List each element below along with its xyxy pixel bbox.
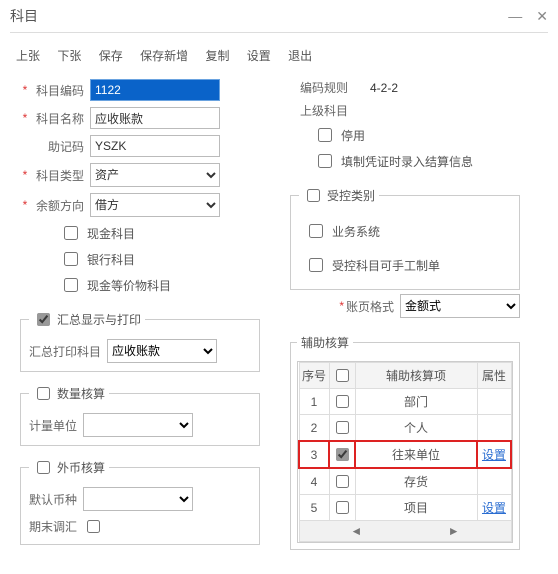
group-summary: 汇总显示与打印 汇总打印科目应收账款 (20, 310, 260, 372)
select-acctfmt[interactable]: 金额式 (400, 294, 520, 318)
label-summary-acct: 汇总打印科目 (29, 343, 101, 360)
chk-all-rows[interactable] (336, 369, 349, 382)
table-row[interactable]: 4 存货 (299, 468, 511, 495)
cell-attr (477, 389, 511, 415)
chk-eop[interactable] (87, 520, 100, 533)
table-row[interactable]: 3 往来单位设置 (299, 441, 511, 468)
menu-prev[interactable]: 上张 (16, 47, 40, 64)
cell-item: 部门 (355, 389, 477, 415)
row-checkbox[interactable] (336, 501, 349, 514)
select-unit[interactable] (83, 413, 193, 437)
row-checkbox[interactable] (336, 448, 349, 461)
group-aux: 辅助核算 序号 辅助核算项 属性 1部门2个人3往来单位设置4存货5项目设置 ◄ (290, 334, 520, 550)
col-item: 辅助核算项 (355, 363, 477, 389)
h-scrollbar[interactable]: ◄ ► (299, 521, 511, 542)
chk-summary[interactable] (37, 313, 50, 326)
cell-attr[interactable]: 设置 (477, 441, 511, 468)
legend-qty: 数量核算 (57, 385, 105, 402)
row-checkbox[interactable] (336, 475, 349, 488)
chk-ctrl[interactable] (307, 189, 320, 202)
label-name: 科目名称 (30, 110, 84, 127)
select-type[interactable]: 资产 (90, 163, 220, 187)
label-mnemonic: 助记码 (30, 138, 84, 155)
select-dir[interactable]: 借方 (90, 193, 220, 217)
chk-manual[interactable] (309, 258, 323, 272)
menu-exit[interactable]: 退出 (288, 47, 312, 64)
cell-attr[interactable]: 设置 (477, 495, 511, 521)
menubar: 上张 下张 保存 保存新增 复制 设置 退出 (10, 41, 548, 76)
legend-aux: 辅助核算 (301, 334, 349, 351)
label-manual: 受控科目可手工制单 (332, 257, 440, 274)
chk-cash[interactable] (64, 226, 78, 240)
cell-item: 往来单位 (355, 441, 477, 468)
label-currency: 默认币种 (29, 491, 77, 508)
cell-seq: 1 (299, 389, 329, 415)
cell-item: 项目 (355, 495, 477, 521)
aux-grid[interactable]: 序号 辅助核算项 属性 1部门2个人3往来单位设置4存货5项目设置 ◄ ► (297, 361, 513, 543)
chk-biz[interactable] (309, 224, 323, 238)
cell-seq: 3 (299, 441, 329, 468)
chk-enter-aux[interactable] (318, 154, 332, 168)
label-acctfmt: 账页格式 (346, 298, 394, 315)
group-qty: 数量核算 计量单位 (20, 384, 260, 446)
label-cash: 现金科目 (87, 225, 135, 242)
label-unit: 计量单位 (29, 417, 77, 434)
input-code[interactable] (90, 79, 220, 101)
label-code: 科目编码 (30, 82, 84, 99)
menu-copy[interactable]: 复制 (205, 47, 229, 64)
cell-item: 个人 (355, 415, 477, 442)
chk-cash-eq[interactable] (64, 278, 78, 292)
col-attr: 属性 (477, 363, 511, 389)
divider (10, 32, 548, 33)
chk-bank[interactable] (64, 252, 78, 266)
label-bank: 银行科目 (87, 251, 135, 268)
select-summary-acct[interactable]: 应收账款 (107, 339, 217, 363)
legend-fx: 外币核算 (57, 459, 105, 476)
table-row[interactable]: 1 部门 (299, 389, 511, 415)
chk-fx[interactable] (37, 461, 50, 474)
menu-save[interactable]: 保存 (99, 47, 123, 64)
row-checkbox[interactable] (336, 395, 349, 408)
label-parent: 上级科目 (300, 102, 360, 119)
cell-seq: 4 (299, 468, 329, 495)
dialog-title: 科目 (10, 6, 38, 26)
minimize-icon[interactable]: — (508, 8, 522, 25)
label-disable: 停用 (341, 127, 365, 144)
row-checkbox[interactable] (336, 421, 349, 434)
input-mnemonic[interactable] (90, 135, 220, 157)
legend-ctrl: 受控类别 (327, 187, 375, 204)
label-enter-aux: 填制凭证时录入结算信息 (341, 153, 473, 170)
group-fx: 外币核算 默认币种 期末调汇 (20, 458, 260, 545)
select-currency[interactable] (83, 487, 193, 511)
value-rule: 4-2-2 (370, 81, 398, 95)
label-biz: 业务系统 (332, 223, 380, 240)
label-dir: 余额方向 (30, 197, 84, 214)
menu-next[interactable]: 下张 (57, 47, 81, 64)
menu-settings[interactable]: 设置 (247, 47, 271, 64)
label-eop: 期末调汇 (29, 518, 77, 535)
cell-attr (477, 415, 511, 442)
chk-disable[interactable] (318, 128, 332, 142)
cell-item: 存货 (355, 468, 477, 495)
table-row[interactable]: 2 个人 (299, 415, 511, 442)
chk-qty[interactable] (37, 387, 50, 400)
input-name[interactable] (90, 107, 220, 129)
cell-attr (477, 468, 511, 495)
label-type: 科目类型 (30, 167, 84, 184)
legend-summary: 汇总显示与打印 (57, 311, 141, 328)
cell-seq: 2 (299, 415, 329, 442)
table-row[interactable]: 5 项目设置 (299, 495, 511, 521)
label-rule: 编码规则 (300, 79, 360, 96)
group-ctrl: 受控类别 业务系统 受控科目可手工制单 (290, 186, 520, 290)
cell-seq: 5 (299, 495, 329, 521)
menu-save-new[interactable]: 保存新增 (140, 47, 188, 64)
col-seq: 序号 (299, 363, 329, 389)
label-cash-eq: 现金等价物科目 (87, 277, 171, 294)
close-icon[interactable]: ✕ (536, 8, 548, 25)
